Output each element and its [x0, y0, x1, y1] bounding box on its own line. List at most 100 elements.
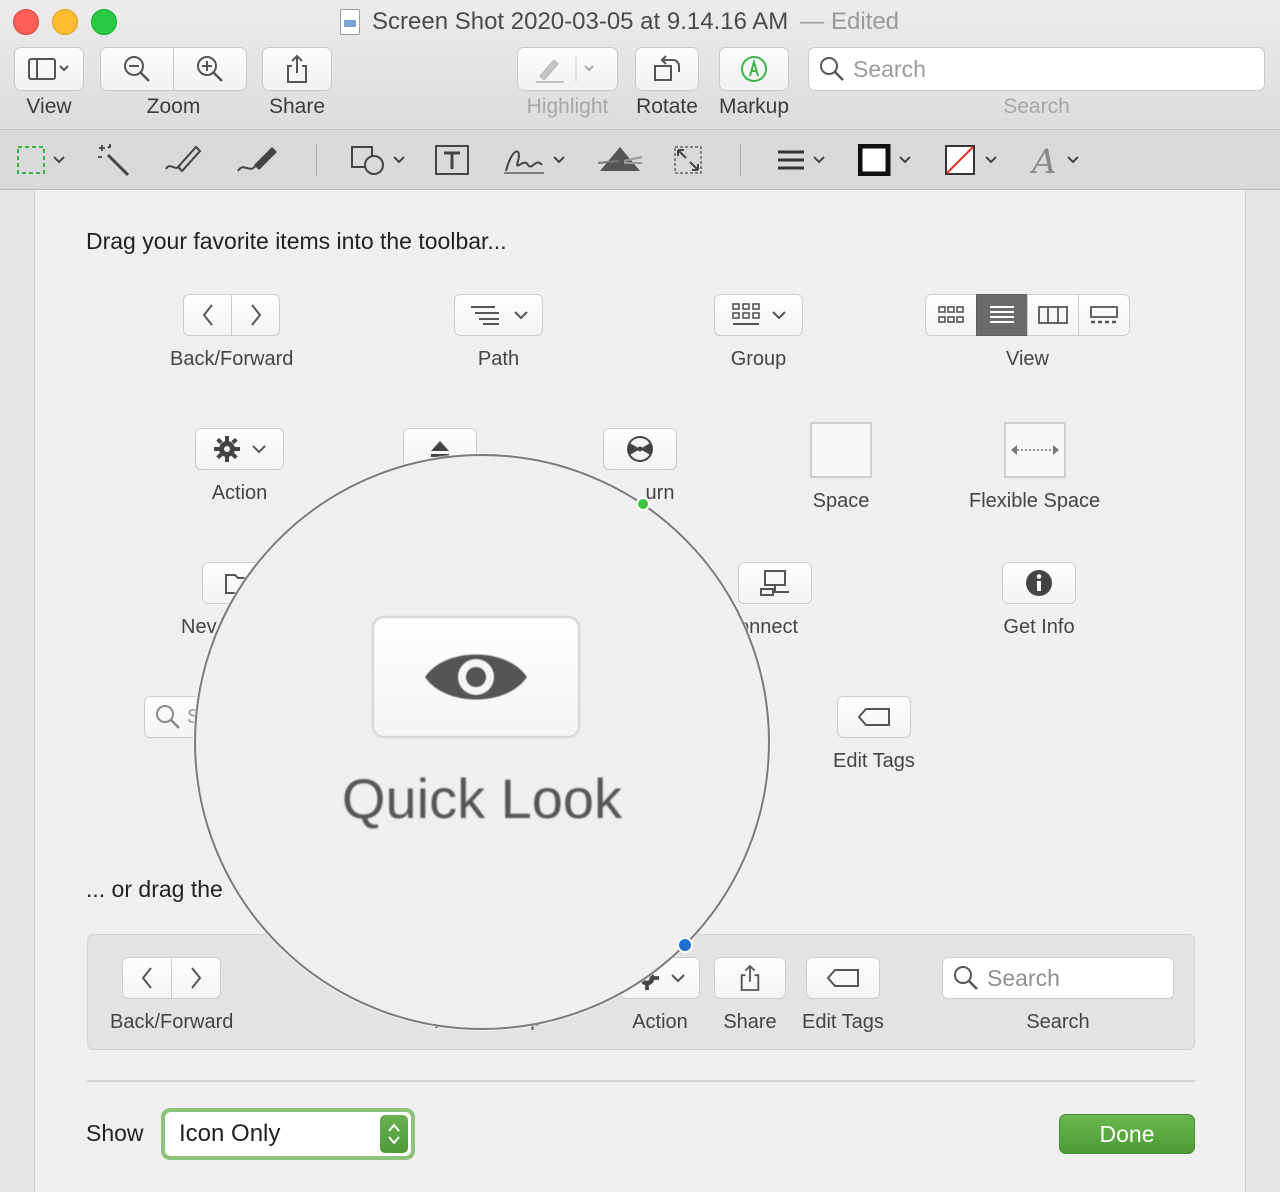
highlight-button[interactable]: [517, 47, 618, 91]
chevron-down-icon: [671, 974, 685, 983]
chevron-down-icon: [771, 311, 786, 320]
text-style-button[interactable]: A: [1030, 142, 1086, 178]
fill-color-button[interactable]: [944, 142, 1004, 178]
draw-tool-button[interactable]: [236, 142, 280, 178]
item-view[interactable]: View: [925, 294, 1130, 371]
back-cell: [122, 957, 173, 999]
sidebar-icon: [28, 58, 69, 80]
tag-icon: [826, 969, 859, 987]
text-style-icon: A: [1030, 143, 1079, 177]
search-placeholder: Search: [853, 55, 926, 82]
text-tool-button[interactable]: [434, 142, 470, 178]
close-window-button[interactable]: [13, 9, 39, 35]
magic-wand-icon: [98, 144, 130, 177]
fill-color-icon: [945, 145, 997, 175]
window-title-text: Screen Shot 2020-03-05 at 9.14.16 AM: [372, 8, 789, 35]
quick-look-label: Quick Look: [341, 767, 623, 830]
default-edit-tags[interactable]: Edit Tags: [802, 957, 884, 1034]
markup-toolbar: A: [0, 130, 1280, 190]
search-label: Search: [1003, 95, 1070, 118]
svg-text:A: A: [1030, 143, 1057, 177]
show-label: Show: [86, 1120, 144, 1146]
done-button[interactable]: Done: [1059, 1114, 1195, 1154]
border-color-button[interactable]: [858, 142, 918, 178]
item-get-info[interactable]: Get Info: [1002, 562, 1076, 639]
view-button[interactable]: [14, 47, 84, 91]
instant-alpha-button[interactable]: [96, 142, 132, 178]
signature-icon: [504, 150, 565, 174]
space-placeholder: [810, 422, 872, 478]
default-share[interactable]: Share: [714, 957, 786, 1034]
search-icon: [820, 57, 844, 81]
separator: [740, 144, 741, 176]
gallery-view-icon: [1090, 306, 1118, 324]
group-grid-icon: [731, 303, 760, 325]
quick-look-button: [372, 616, 580, 738]
column-view-icon: [1038, 306, 1068, 324]
chevron-down-icon: [251, 445, 266, 454]
item-label: Path: [477, 348, 520, 370]
item-back-forward[interactable]: Back/Forward: [170, 294, 293, 371]
zoom-in-icon: [197, 56, 223, 82]
forward-cell: [171, 957, 222, 999]
line-style-icon: [778, 150, 825, 170]
icon-view-cell: [925, 294, 977, 336]
chevron-right-icon: [191, 967, 202, 989]
item-group[interactable]: Group: [714, 294, 803, 371]
search-input[interactable]: Search: [808, 47, 1265, 91]
item-label: Share: [723, 1011, 777, 1033]
markup-button[interactable]: [719, 47, 789, 91]
list-view-cell: [976, 294, 1028, 336]
gear-icon: [213, 436, 240, 462]
shapes-button[interactable]: [350, 142, 410, 178]
item-path[interactable]: Path: [454, 294, 543, 371]
search-icon: [156, 705, 180, 729]
share-button[interactable]: [262, 47, 332, 91]
search-placeholder: Search: [987, 964, 1060, 991]
item-label: Search: [1026, 1011, 1090, 1033]
info-icon: [1026, 570, 1052, 596]
item-label: Nev: [181, 616, 217, 638]
gallery-view-cell: [1078, 294, 1130, 336]
zoom-label: Zoom: [146, 95, 201, 118]
sketch-icon: [165, 145, 202, 173]
path-icon: [470, 306, 499, 325]
loupe-size-handle[interactable]: [636, 497, 650, 511]
window-titlebar: Screen Shot 2020-03-05 at 9.14.16 AM — E…: [0, 0, 1280, 130]
column-view-cell: [1027, 294, 1079, 336]
connect-to-server-icon: [760, 570, 789, 596]
item-flexible-space[interactable]: Flexible Space: [969, 422, 1100, 513]
item-edit-tags[interactable]: Edit Tags: [833, 696, 915, 773]
eye-icon: [425, 654, 527, 700]
default-back-forward[interactable]: Back/Forward: [110, 957, 233, 1034]
show-select[interactable]: Icon Only: [165, 1112, 411, 1156]
minimize-window-button[interactable]: [52, 9, 78, 35]
chevron-left-icon: [202, 304, 213, 326]
sketch-tool-button[interactable]: [164, 142, 204, 178]
sign-button[interactable]: [502, 142, 572, 178]
adjust-size-button[interactable]: [672, 142, 704, 178]
show-select-focus-ring: Icon Only: [161, 1108, 415, 1160]
share-label: Share: [268, 95, 326, 118]
zoom-in-button[interactable]: [173, 47, 247, 91]
item-action[interactable]: Action: [195, 428, 284, 505]
shape-style-button[interactable]: [776, 142, 832, 178]
resize-icon: [674, 146, 702, 174]
loupe-magnification-handle[interactable]: [677, 937, 693, 953]
item-space[interactable]: Space: [810, 422, 872, 513]
selection-tool-button[interactable]: [16, 142, 72, 178]
zoom-out-button[interactable]: [100, 47, 174, 91]
default-search[interactable]: Search Search: [942, 957, 1174, 1034]
rotate-button[interactable]: [635, 47, 699, 91]
updown-chevron-icon: [380, 1115, 408, 1153]
zoom-window-button[interactable]: [91, 9, 117, 35]
rotate-icon: [654, 55, 680, 81]
adjust-color-button[interactable]: [598, 142, 644, 178]
drag-heading: Drag your favorite items into the toolba…: [86, 228, 507, 254]
shapes-icon: [351, 146, 405, 175]
forward-cell: [231, 294, 281, 336]
item-label: Edit Tags: [833, 750, 915, 772]
list-view-icon: [990, 306, 1014, 323]
item-connect[interactable]: onnect: [738, 562, 812, 639]
burn-icon: [627, 436, 653, 462]
